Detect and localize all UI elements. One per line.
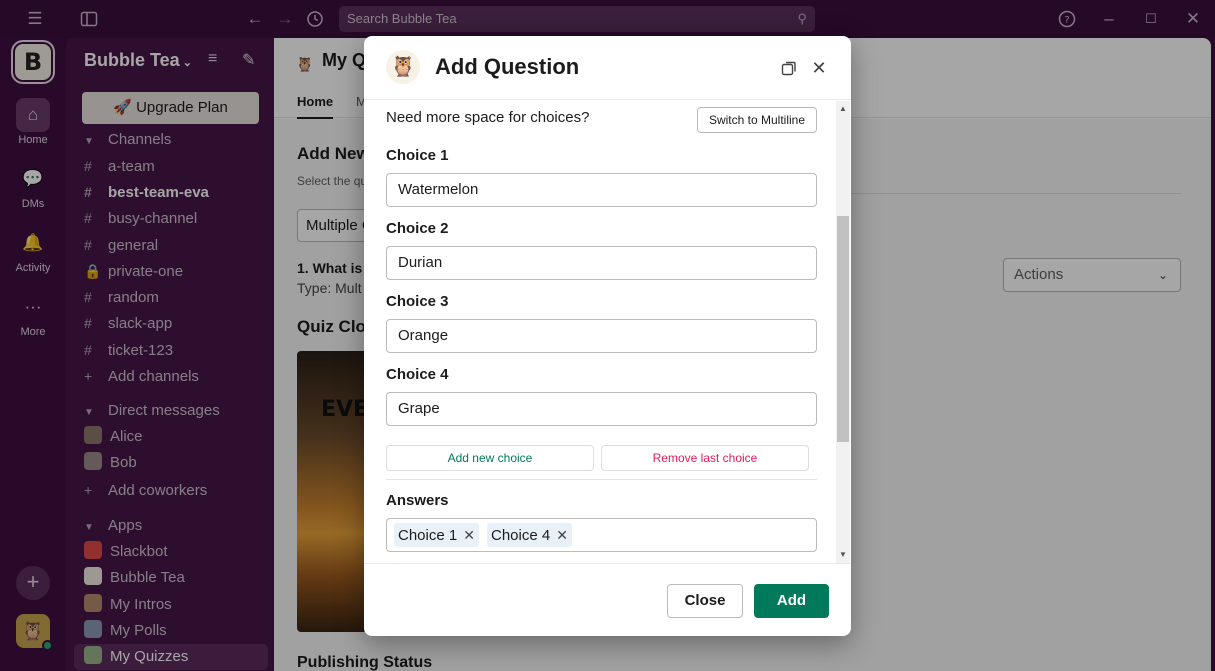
choice-1-label: Choice 1	[386, 147, 449, 164]
remove-chip-icon[interactable]: ✕	[556, 527, 568, 543]
answers-label: Answers	[386, 492, 449, 509]
owl-icon: 🦉	[386, 50, 420, 84]
divider	[386, 479, 817, 480]
answer-chip: Choice 1 ✕	[394, 523, 479, 547]
scrollbar-thumb[interactable]	[837, 216, 849, 442]
choice-2-input[interactable]: Durian	[386, 246, 817, 280]
modal-footer: Close Add	[364, 563, 851, 636]
answers-multiselect[interactable]: Choice 1 ✕ Choice 4 ✕	[386, 518, 817, 552]
answer-chip-label: Choice 4	[491, 527, 551, 544]
modal-header: 🦉 Add Question ✕	[364, 36, 851, 100]
add-new-choice-button[interactable]: Add new choice	[386, 445, 594, 471]
scroll-up-icon[interactable]: ▲	[837, 104, 849, 113]
remove-chip-icon[interactable]: ✕	[463, 527, 475, 543]
modal-title: Add Question	[435, 54, 580, 79]
choice-2-label: Choice 2	[386, 220, 449, 237]
popout-icon[interactable]	[777, 56, 801, 80]
close-icon[interactable]: ✕	[807, 56, 831, 80]
scroll-down-icon[interactable]: ▼	[837, 550, 849, 559]
switch-to-multiline-button[interactable]: Switch to Multiline	[697, 107, 817, 133]
choice-3-input[interactable]: Orange	[386, 319, 817, 353]
add-button[interactable]: Add	[754, 584, 829, 618]
remove-last-choice-button[interactable]: Remove last choice	[601, 445, 809, 471]
answer-chip: Choice 4 ✕	[487, 523, 572, 547]
close-button[interactable]: Close	[667, 584, 743, 618]
more-space-text: Need more space for choices?	[386, 109, 590, 126]
choice-4-label: Choice 4	[386, 366, 449, 383]
answer-chip-label: Choice 1	[398, 527, 458, 544]
choice-3-label: Choice 3	[386, 293, 449, 310]
modal-body: Need more space for choices? Switch to M…	[364, 101, 851, 563]
choice-1-input[interactable]: Watermelon	[386, 173, 817, 207]
add-question-modal: 🦉 Add Question ✕ Need more space for cho…	[364, 36, 851, 636]
choice-4-input[interactable]: Grape	[386, 392, 817, 426]
